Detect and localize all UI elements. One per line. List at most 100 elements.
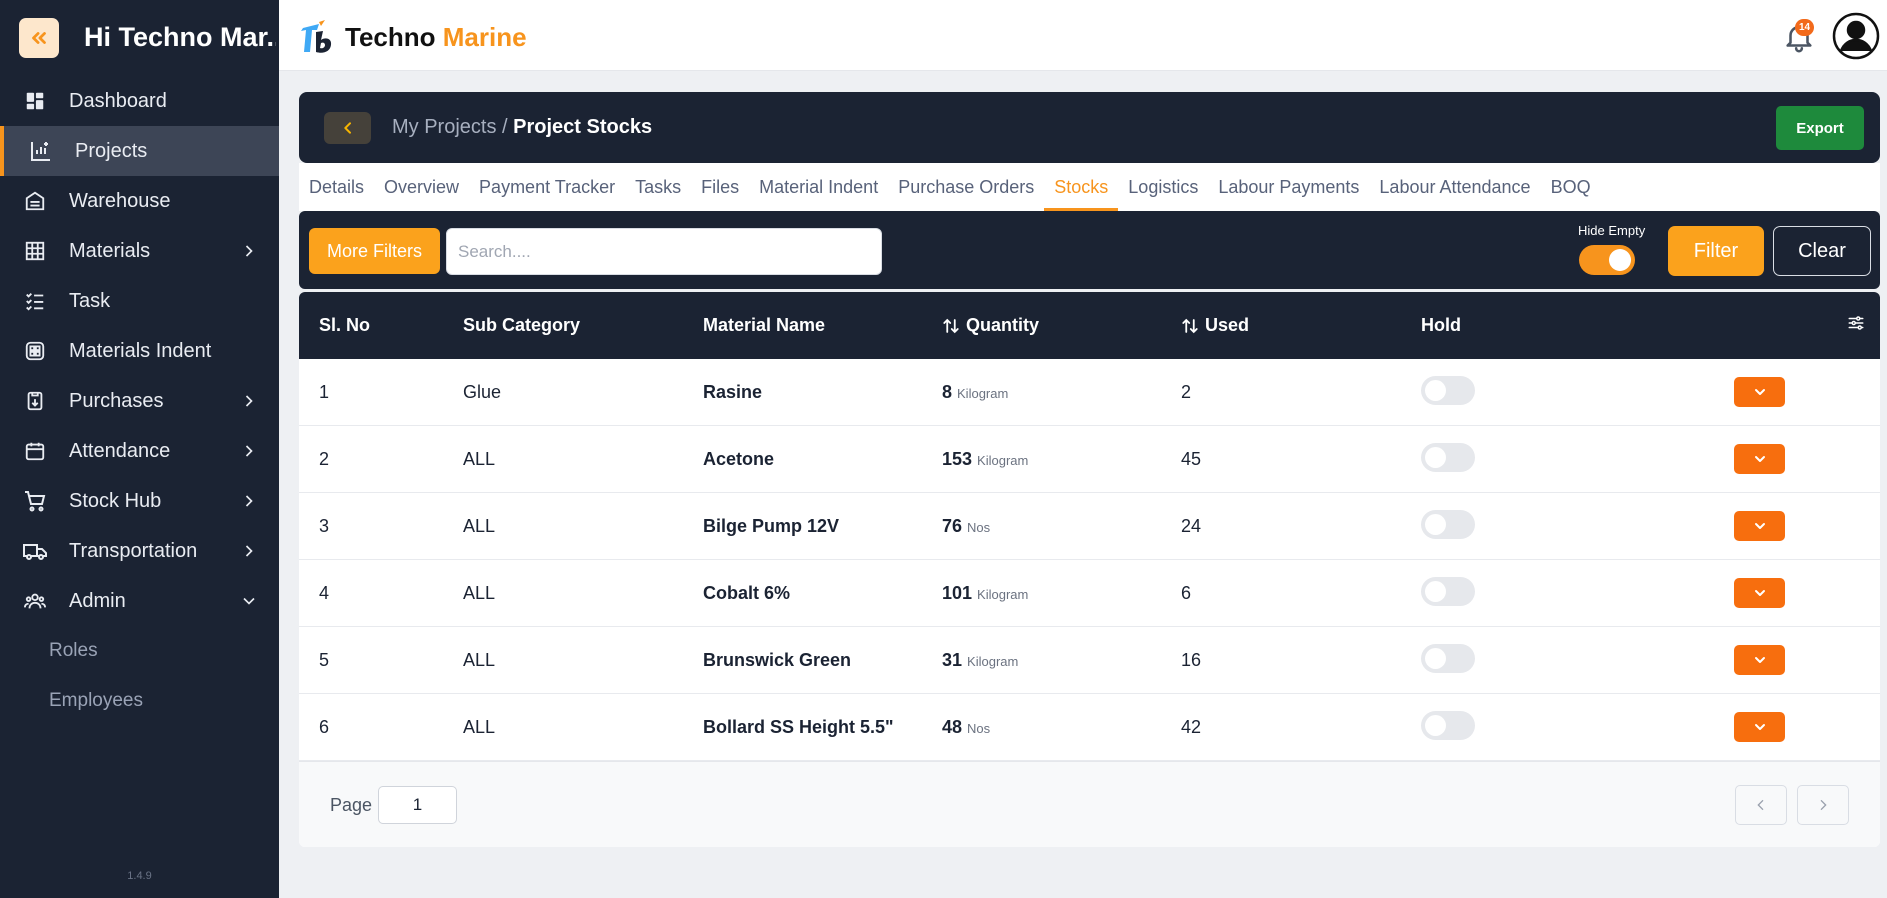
cell-sub-category: Glue	[463, 382, 502, 402]
cell-used: 2	[1181, 382, 1192, 402]
quantity-value: 101	[942, 583, 973, 603]
sidebar-item-admin[interactable]: Admin	[0, 576, 279, 626]
sidebar-item-stock-hub[interactable]: Stock Hub	[0, 476, 279, 526]
sidebar-item-purchases[interactable]: Purchases	[0, 376, 279, 426]
cell-material-name: Bollard SS Height 5.5"	[703, 717, 894, 737]
sidebar-header: Hi Techno Mar...	[0, 0, 279, 75]
row-actions-button[interactable]	[1734, 511, 1785, 541]
more-filters-button[interactable]: More Filters	[309, 228, 440, 274]
sidebar-item-label: Stock Hub	[69, 489, 162, 512]
brand-name: Techno Marine	[345, 22, 527, 53]
sidebar-item-warehouse[interactable]: Warehouse	[0, 176, 279, 226]
hide-empty-label: Hide Empty	[1578, 223, 1646, 238]
sort-icon	[1182, 318, 1198, 333]
hold-toggle[interactable]	[1421, 644, 1475, 673]
cell-sl-no: 5	[319, 650, 330, 670]
tab-stocks[interactable]: Stocks	[1044, 163, 1119, 211]
sidebar-item-transportation[interactable]: Transportation	[0, 526, 279, 576]
tab-files[interactable]: Files	[691, 163, 749, 211]
tab-details[interactable]: Details	[299, 163, 374, 211]
back-button[interactable]	[324, 112, 371, 144]
filter-button[interactable]: Filter	[1668, 226, 1764, 276]
tab-logistics[interactable]: Logistics	[1118, 163, 1208, 211]
tab-tasks[interactable]: Tasks	[625, 163, 691, 211]
project-tabs: Details Overview Payment Tracker Tasks Files…	[299, 163, 1880, 211]
column-settings-icon[interactable]	[1847, 314, 1865, 332]
filter-bar: More Filters Hide Empty Filter Clear	[299, 211, 1880, 289]
row-actions-button[interactable]	[1734, 444, 1785, 474]
tab-boq[interactable]: BOQ	[1541, 163, 1601, 211]
sidebar-item-materials[interactable]: Materials	[0, 226, 279, 276]
prev-page-button[interactable]	[1735, 785, 1787, 825]
sidebar-item-projects[interactable]: Projects	[0, 126, 279, 176]
sidebar-item-task[interactable]: Task	[0, 276, 279, 326]
quantity-unit: Kilogram	[967, 654, 1019, 669]
cell-material-name: Bilge Pump 12V	[703, 516, 840, 536]
collapse-sidebar-button[interactable]	[19, 17, 59, 58]
sidebar-item-label: Task	[69, 289, 111, 312]
chevron-down-icon	[1754, 389, 1765, 395]
grid-icon	[22, 238, 48, 264]
chevron-down-icon	[1754, 523, 1765, 529]
tab-overview[interactable]: Overview	[374, 163, 469, 211]
sidebar-item-label: Transportation	[69, 539, 198, 562]
indent-icon	[22, 338, 48, 364]
chevron-right-icon	[1820, 799, 1827, 811]
breadcrumb: My Projects / Project Stocks	[392, 116, 652, 139]
row-actions-button[interactable]	[1734, 645, 1785, 675]
tab-payment-tracker[interactable]: Payment Tracker	[469, 163, 625, 211]
sidebar-subitem-employees[interactable]: Employees	[0, 676, 279, 726]
row-actions-button[interactable]	[1734, 377, 1785, 407]
warehouse-icon	[22, 188, 48, 214]
next-page-button[interactable]	[1797, 785, 1849, 825]
hide-empty-toggle[interactable]	[1579, 245, 1635, 275]
sidebar-item-label: Materials Indent	[69, 339, 212, 362]
cell-quantity: 8 Kilogram	[942, 382, 1008, 403]
row-actions-button[interactable]	[1734, 712, 1785, 742]
chevron-right-icon	[245, 445, 253, 457]
search-input[interactable]	[446, 228, 882, 275]
header-quantity-label: Quantity	[966, 315, 1040, 335]
cell-quantity: 48 Nos	[942, 717, 990, 738]
user-avatar-icon[interactable]	[1832, 12, 1880, 60]
chevron-down-icon	[1754, 724, 1765, 730]
cell-sub-category: ALL	[463, 516, 496, 536]
sidebar-item-label: Purchases	[69, 389, 164, 412]
quantity-value: 48	[942, 717, 963, 737]
header-used-label: Used	[1205, 315, 1250, 335]
hold-toggle[interactable]	[1421, 376, 1475, 405]
cell-sub-category: ALL	[463, 650, 496, 670]
sidebar-item-attendance[interactable]: Attendance	[0, 426, 279, 476]
cell-used: 42	[1181, 717, 1202, 737]
header-quantity[interactable]: Quantity	[942, 315, 1039, 336]
cell-used: 16	[1181, 650, 1202, 670]
hold-toggle[interactable]	[1421, 577, 1475, 606]
tab-labour-payments[interactable]: Labour Payments	[1208, 163, 1369, 211]
chevron-right-icon	[245, 395, 253, 407]
breadcrumb-parent[interactable]: My Projects /	[392, 116, 508, 138]
header-used[interactable]: Used	[1181, 315, 1249, 336]
hold-toggle[interactable]	[1421, 711, 1475, 740]
quantity-value: 76	[942, 516, 963, 536]
hold-toggle[interactable]	[1421, 510, 1475, 539]
row-actions-button[interactable]	[1734, 578, 1785, 608]
brand[interactable]: Techno Marine	[299, 18, 527, 56]
sidebar: Hi Techno Mar... Dashboard Projects Ware…	[0, 0, 279, 898]
export-button[interactable]: Export	[1776, 106, 1864, 150]
sidebar-item-dashboard[interactable]: Dashboard	[0, 76, 279, 126]
hold-toggle[interactable]	[1421, 443, 1475, 472]
tab-labour-attendance[interactable]: Labour Attendance	[1369, 163, 1540, 211]
cell-used: 24	[1181, 516, 1202, 536]
users-icon	[22, 588, 48, 614]
sidebar-item-materials-indent[interactable]: Materials Indent	[0, 326, 279, 376]
cell-quantity: 76 Nos	[942, 516, 990, 537]
tab-purchase-orders[interactable]: Purchase Orders	[888, 163, 1044, 211]
quantity-value: 8	[942, 382, 953, 402]
dashboard-icon	[22, 88, 48, 114]
sidebar-subitem-roles[interactable]: Roles	[0, 626, 279, 676]
clear-button[interactable]: Clear	[1773, 226, 1871, 276]
quantity-value: 153	[942, 449, 973, 469]
chevron-down-icon	[1754, 456, 1765, 462]
page-number-input[interactable]: 1	[378, 786, 457, 824]
tab-material-indent[interactable]: Material Indent	[749, 163, 888, 211]
